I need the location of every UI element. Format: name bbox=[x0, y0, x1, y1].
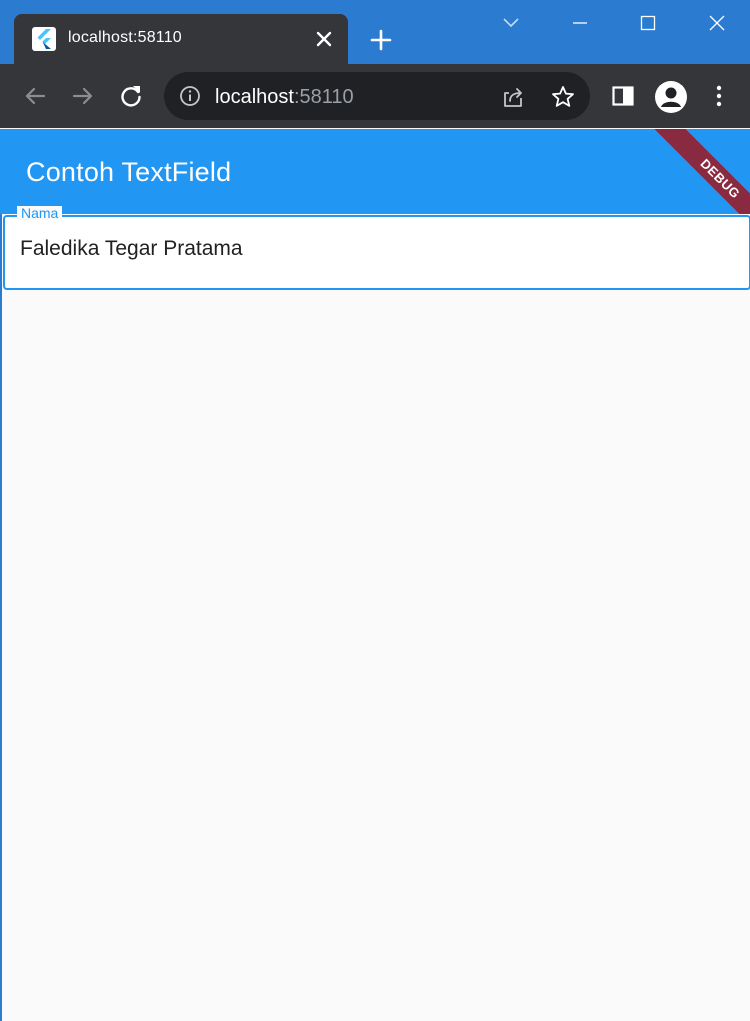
side-panel-icon[interactable] bbox=[608, 81, 638, 111]
more-menu-icon[interactable] bbox=[704, 81, 734, 111]
debug-banner: DEBUG bbox=[652, 129, 750, 214]
profile-avatar-icon[interactable] bbox=[655, 81, 687, 113]
browser-window: localhost:58110 localhost:58110 Contoh T… bbox=[0, 0, 750, 1021]
title-bar: localhost:58110 bbox=[0, 0, 750, 64]
maximize-icon[interactable] bbox=[633, 8, 663, 38]
new-tab-icon[interactable] bbox=[366, 25, 396, 55]
url-host: localhost bbox=[215, 86, 294, 108]
browser-toolbar: localhost:58110 bbox=[0, 64, 750, 128]
tab-title: localhost:58110 bbox=[68, 29, 182, 46]
close-window-icon[interactable] bbox=[702, 8, 732, 38]
window-edge bbox=[0, 129, 2, 1021]
tab-search-chevron-icon[interactable] bbox=[496, 8, 526, 38]
browser-tab[interactable]: localhost:58110 bbox=[14, 14, 348, 64]
back-arrow-icon[interactable] bbox=[20, 81, 50, 111]
forward-arrow-icon[interactable] bbox=[68, 81, 98, 111]
name-field-value[interactable]: Faledika Tegar Pratama bbox=[20, 237, 243, 261]
url-port: :58110 bbox=[293, 86, 354, 108]
page-title: Contoh TextField bbox=[26, 157, 232, 187]
name-text-field[interactable]: Nama Faledika Tegar Pratama bbox=[3, 206, 750, 290]
site-info-icon[interactable] bbox=[178, 84, 202, 108]
address-bar[interactable]: localhost:58110 bbox=[164, 72, 590, 120]
flutter-icon bbox=[32, 27, 56, 51]
minimize-icon[interactable] bbox=[565, 8, 595, 38]
app-bar: Contoh TextField DEBUG bbox=[0, 129, 750, 214]
bookmark-star-icon[interactable] bbox=[550, 84, 576, 110]
url-text[interactable]: localhost:58110 bbox=[215, 86, 354, 109]
name-field-label: Nama bbox=[17, 206, 63, 220]
share-icon[interactable] bbox=[500, 84, 526, 110]
reload-icon[interactable] bbox=[116, 81, 146, 111]
close-tab-icon[interactable] bbox=[312, 27, 336, 51]
